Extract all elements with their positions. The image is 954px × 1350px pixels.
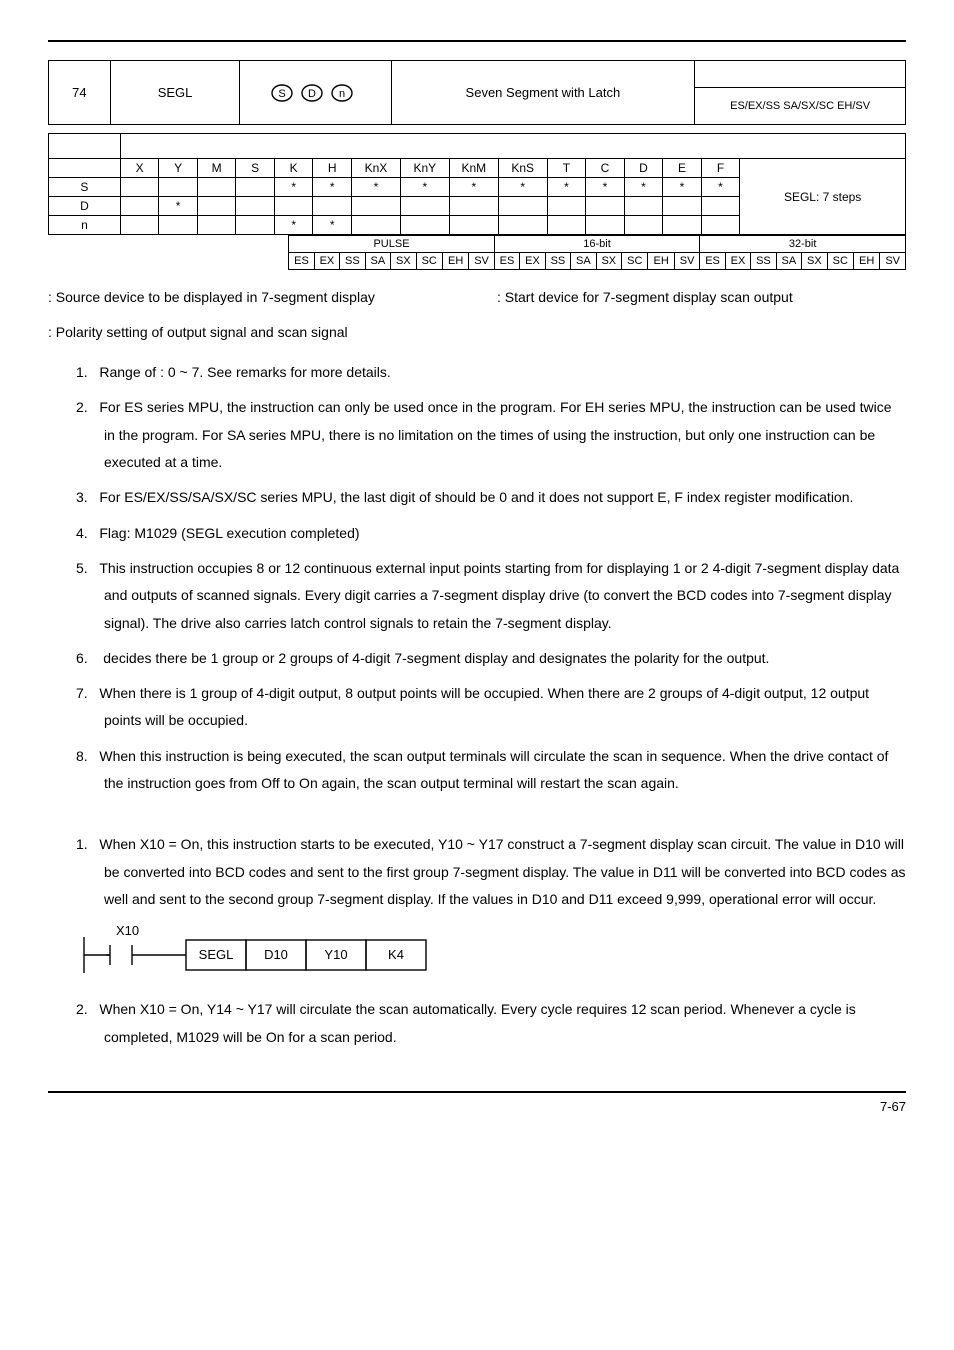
example-1: 1. When X10 = On, this instruction start… xyxy=(76,831,906,913)
item-7: 7. When there is 1 group of 4-digit outp… xyxy=(76,680,906,735)
col-k: K xyxy=(274,159,313,178)
col-kns: KnS xyxy=(498,159,547,178)
definition-lines: : Source device to be displayed in 7-seg… xyxy=(48,284,906,311)
item-3: 3. For ES/EX/SS/SA/SX/SC series MPU, the… xyxy=(76,484,906,511)
col-x: X xyxy=(120,159,159,178)
empty-box xyxy=(695,61,906,88)
col-y: Y xyxy=(159,159,198,178)
ladder-svg: X10 SEGL D10 Y10 K4 xyxy=(76,923,436,978)
header-table: 74 SEGL S D n Seven Segment with Latch xyxy=(48,60,906,125)
ladder-op3: K4 xyxy=(388,947,404,962)
col-c: C xyxy=(586,159,625,178)
series-box: ES/EX/SS SA/SX/SC EH/SV xyxy=(695,88,906,125)
operand-header-row: X Y M S K H KnX KnY KnM KnS T C D E F SE… xyxy=(49,159,906,178)
item-6: 6. decides there be 1 group or 2 groups … xyxy=(76,645,906,672)
item-2: 2. For ES series MPU, the instruction ca… xyxy=(76,394,906,476)
bit-table: PULSE 16-bit 32-bit ES EX SS SA SX SC EH… xyxy=(288,235,906,270)
bit-row: ES EX SS SA SX SC EH SV ES EX SS SA SX S… xyxy=(289,253,906,270)
operand-icons: S D n xyxy=(270,84,360,99)
pulse-label: PULSE xyxy=(289,236,495,253)
col-s: S xyxy=(236,159,275,178)
svg-text:n: n xyxy=(339,88,345,100)
col-t: T xyxy=(547,159,586,178)
ladder-contact-label: X10 xyxy=(116,923,139,938)
api-cell: 74 xyxy=(49,61,111,125)
col-kny: KnY xyxy=(400,159,449,178)
ladder-op1: D10 xyxy=(264,947,288,962)
col-d: D xyxy=(624,159,663,178)
pol-line: : Polarity setting of output signal and … xyxy=(48,319,906,346)
item-8: 8. When this instruction is being execut… xyxy=(76,743,906,798)
item-5: 5. This instruction occupies 8 or 12 con… xyxy=(76,555,906,637)
col-e: E xyxy=(663,159,702,178)
ladder-inst: SEGL xyxy=(199,947,234,962)
bit16-label: 16-bit xyxy=(494,236,700,253)
bit32-label: 32-bit xyxy=(700,236,906,253)
item-4: 4. Flag: M1029 (SEGL execution completed… xyxy=(76,520,906,547)
icons-cell: S D n xyxy=(240,61,391,125)
col-knm: KnM xyxy=(449,159,498,178)
svg-text:D: D xyxy=(309,88,317,100)
col-h: H xyxy=(313,159,352,178)
steps-cell: SEGL: 7 steps xyxy=(740,159,906,235)
svg-text:S: S xyxy=(279,88,286,100)
start-line: : Start device for 7-segment display sca… xyxy=(497,284,906,311)
example-2: 2. When X10 = On, Y14 ~ Y17 will circula… xyxy=(76,996,906,1051)
item-1: 1. Range of : 0 ~ 7. See remarks for mor… xyxy=(76,359,906,386)
col-f: F xyxy=(701,159,740,178)
top-rule xyxy=(48,40,906,42)
operand-head-spacer xyxy=(49,134,906,159)
col-m: M xyxy=(197,159,236,178)
src-line: : Source device to be displayed in 7-seg… xyxy=(48,284,457,311)
ladder-op2: Y10 xyxy=(324,947,347,962)
bottom-rule xyxy=(48,1091,906,1093)
page-number: 7-67 xyxy=(48,1099,906,1114)
ladder-diagram: X10 SEGL D10 Y10 K4 xyxy=(76,923,906,978)
desc-cell: Seven Segment with Latch xyxy=(391,61,695,125)
name-cell: SEGL xyxy=(110,61,240,125)
col-knx: KnX xyxy=(351,159,400,178)
operand-table: X Y M S K H KnX KnY KnM KnS T C D E F SE… xyxy=(48,133,906,235)
